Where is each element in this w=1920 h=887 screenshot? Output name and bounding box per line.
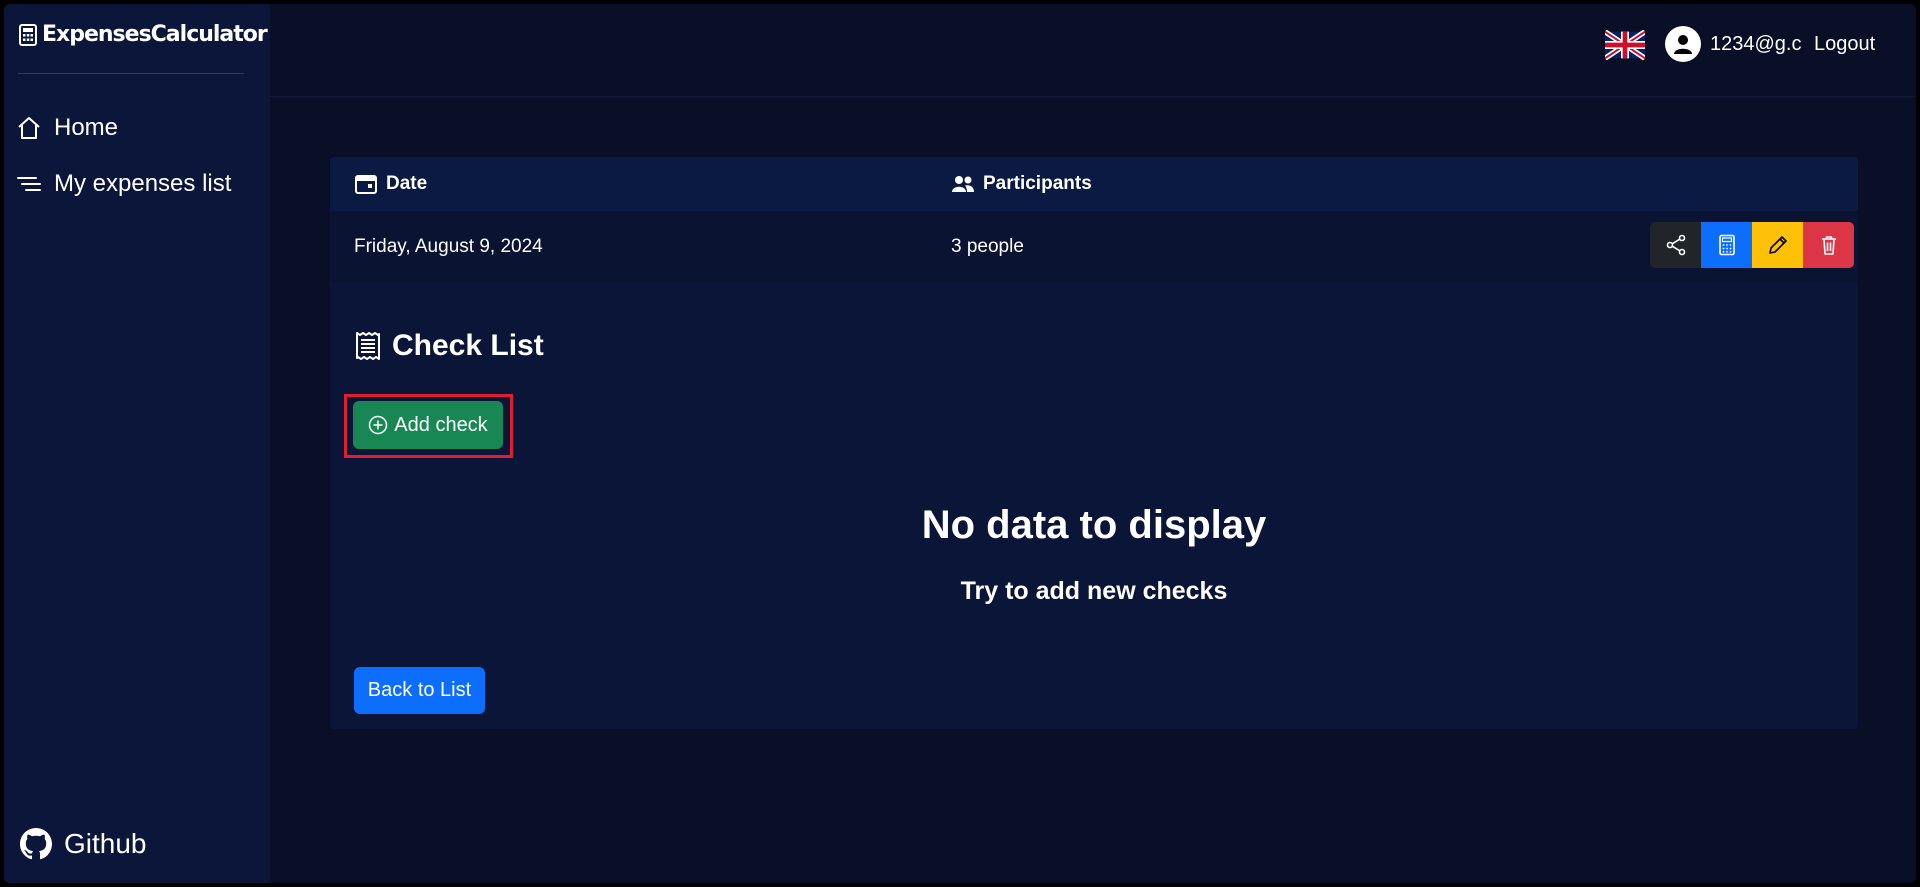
share-button[interactable] bbox=[1650, 222, 1701, 268]
sidebar-item-home[interactable]: Home bbox=[16, 114, 118, 142]
section-title-text: Check List bbox=[392, 329, 544, 362]
delete-button[interactable] bbox=[1803, 222, 1854, 268]
column-date: Date bbox=[354, 173, 427, 195]
receipt-icon bbox=[356, 332, 380, 360]
brand-name: ExpensesCalculator bbox=[42, 22, 268, 47]
column-participants: Participants bbox=[951, 173, 1092, 195]
empty-state-subtitle: Try to add new checks bbox=[960, 577, 1228, 605]
pencil-icon bbox=[1768, 236, 1787, 254]
back-to-list-button[interactable]: Back to List bbox=[354, 667, 485, 714]
calculator-icon bbox=[19, 23, 37, 46]
expense-card: Date Participants Friday, August 9, 2024… bbox=[330, 157, 1858, 729]
sidebar-item-my-expenses-list[interactable]: My expenses list bbox=[16, 170, 231, 198]
empty-state-title: No data to display bbox=[921, 503, 1267, 547]
cell-participants: 3 people bbox=[951, 236, 1024, 257]
brand-logo[interactable]: ExpensesCalculator bbox=[18, 22, 268, 47]
column-label: Date bbox=[386, 173, 428, 194]
home-icon bbox=[18, 117, 40, 139]
logout-button[interactable]: Logout bbox=[1814, 33, 1875, 56]
sidebar: ExpensesCalculator Home My expenses list… bbox=[4, 4, 270, 883]
calendar-icon bbox=[355, 175, 377, 194]
table-header: Date Participants bbox=[330, 157, 1858, 211]
calculate-button[interactable] bbox=[1701, 222, 1752, 268]
trash-icon bbox=[1821, 236, 1836, 255]
share-icon bbox=[1666, 234, 1685, 256]
sidebar-item-label: Home bbox=[54, 114, 119, 141]
sidebar-divider bbox=[18, 73, 244, 74]
top-bar: 1234@g.c Logout bbox=[270, 4, 1916, 97]
calculator-icon bbox=[1718, 234, 1735, 256]
uk-flag-icon[interactable] bbox=[1605, 30, 1645, 60]
edit-button[interactable] bbox=[1752, 222, 1803, 268]
add-check-label: Add check bbox=[394, 413, 488, 436]
sidebar-item-label: My expenses list bbox=[54, 170, 232, 197]
github-link[interactable]: Github bbox=[20, 828, 147, 860]
user-avatar[interactable] bbox=[1665, 26, 1701, 62]
list-icon bbox=[17, 177, 41, 191]
column-label: Participants bbox=[983, 173, 1092, 194]
add-check-button[interactable]: Add check bbox=[353, 401, 503, 449]
user-email: 1234@g.c bbox=[1710, 33, 1802, 55]
check-list-title: Check List bbox=[354, 329, 544, 363]
table-row: Friday, August 9, 2024 3 people bbox=[330, 211, 1858, 283]
cell-date: Friday, August 9, 2024 bbox=[354, 236, 543, 257]
github-icon bbox=[20, 828, 52, 860]
app-window: ExpensesCalculator Home My expenses list… bbox=[4, 4, 1916, 883]
people-icon bbox=[952, 176, 974, 192]
row-actions bbox=[1650, 222, 1854, 268]
plus-circle-icon bbox=[369, 415, 388, 435]
github-label: Github bbox=[64, 828, 147, 859]
user-icon bbox=[1674, 35, 1692, 54]
